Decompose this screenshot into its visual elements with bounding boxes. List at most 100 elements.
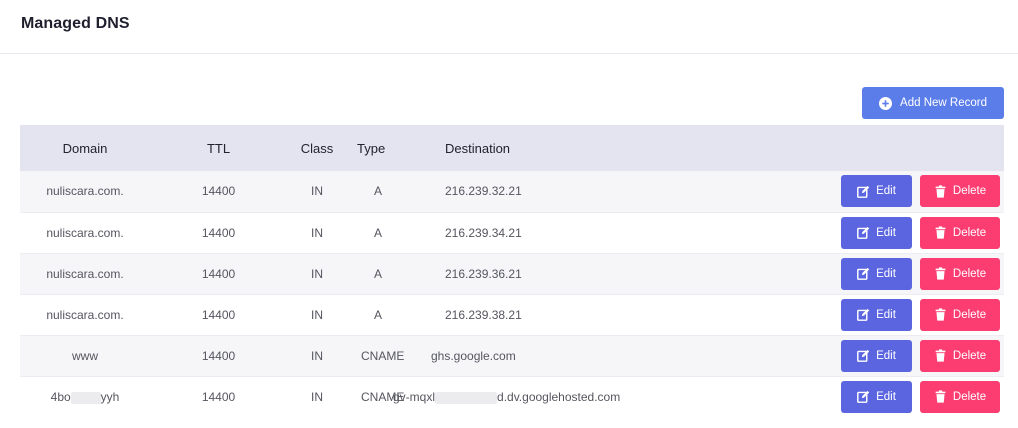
cell-type: A bbox=[347, 212, 382, 253]
cell-actions: Edit Delete bbox=[611, 376, 1004, 417]
edit-button[interactable]: Edit bbox=[841, 175, 913, 208]
page-header: Managed DNS bbox=[0, 0, 1018, 54]
trash-icon bbox=[934, 390, 947, 403]
cell-domain-text: nuliscara.com. bbox=[46, 307, 124, 322]
cell-class-text: IN bbox=[311, 389, 323, 404]
cell-class: IN bbox=[287, 171, 347, 212]
edit-icon bbox=[857, 226, 870, 239]
edit-button[interactable]: Edit bbox=[841, 257, 913, 290]
edit-icon bbox=[857, 349, 870, 362]
cell-class-text: IN bbox=[311, 348, 323, 363]
delete-label: Delete bbox=[952, 390, 987, 403]
delete-label: Delete bbox=[952, 226, 987, 239]
cell-class-text: IN bbox=[311, 307, 323, 322]
cell-ttl-text: 14400 bbox=[201, 225, 236, 240]
cell-destination_a-text: gv-mqxl bbox=[393, 389, 436, 404]
cell-domain: nuliscara.com. bbox=[20, 212, 150, 253]
cell-destination-text: ghs.google.com bbox=[431, 348, 516, 363]
cell-ttl-text: 14400 bbox=[201, 389, 236, 404]
column-header-actions bbox=[611, 125, 1004, 171]
delete-button[interactable]: Delete bbox=[920, 216, 1001, 249]
column-header-ttl: TTL bbox=[206, 140, 231, 156]
trash-icon bbox=[934, 349, 947, 362]
cell-class-text: IN bbox=[311, 266, 323, 281]
edit-button[interactable]: Edit bbox=[841, 380, 913, 413]
table-row: nuliscara.com. 14400 IN A 216.239.34.21 … bbox=[20, 212, 1005, 253]
edit-label: Edit bbox=[876, 226, 896, 239]
delete-button[interactable]: Delete bbox=[920, 257, 1001, 290]
delete-button[interactable]: Delete bbox=[920, 175, 1001, 208]
cell-type-text: A bbox=[374, 225, 383, 240]
cell-destination-text: 216.239.36.21 bbox=[445, 266, 522, 281]
cell-ttl: 14400 bbox=[150, 335, 287, 376]
cell-type-text: A bbox=[374, 266, 383, 281]
edit-button[interactable]: Edit bbox=[841, 339, 913, 372]
cell-ttl: 14400 bbox=[150, 376, 287, 417]
delete-label: Delete bbox=[952, 349, 987, 362]
cell-destination: gv-mqxl d.dv.googlehosted.com bbox=[359, 376, 620, 417]
cell-type: CNAME bbox=[347, 335, 404, 376]
cell-ttl: 14400 bbox=[150, 212, 287, 253]
cell-domain-text: nuliscara.com. bbox=[46, 225, 124, 240]
edit-button[interactable]: Edit bbox=[841, 216, 913, 249]
table-row: www 14400 IN CNAME ghs.google.com Edit D… bbox=[20, 335, 1005, 376]
cell-ttl: 14400 bbox=[150, 253, 287, 294]
cell-domain: nuliscara.com. bbox=[20, 294, 150, 335]
cell-domain: nuliscara.com. bbox=[20, 253, 150, 294]
cell-actions: Edit Delete bbox=[611, 253, 1004, 294]
cell-domain-text: nuliscara.com. bbox=[46, 266, 124, 281]
trash-icon bbox=[934, 185, 947, 198]
edit-button[interactable]: Edit bbox=[841, 298, 913, 331]
cell-ttl: 14400 bbox=[150, 171, 287, 212]
delete-label: Delete bbox=[952, 308, 987, 321]
cell-class-text: IN bbox=[311, 225, 323, 240]
cell-type: A bbox=[347, 171, 382, 212]
table-row: 4bo yyh 14400 IN CNAME gv-mqxl d.dv.google… bbox=[20, 376, 1005, 417]
trash-icon bbox=[934, 226, 947, 239]
cell-actions: Edit Delete bbox=[611, 212, 1004, 253]
cell-class: IN bbox=[287, 253, 347, 294]
edit-icon bbox=[857, 267, 870, 280]
cell-destination: 216.239.32.21 bbox=[359, 171, 611, 212]
cell-ttl-text: 14400 bbox=[201, 307, 236, 322]
delete-button[interactable]: Delete bbox=[920, 380, 1001, 413]
table-row: nuliscara.com. 14400 IN A 216.239.36.21 … bbox=[20, 253, 1005, 294]
page-title: Managed DNS bbox=[21, 15, 130, 32]
cell-domain_b-text: yyh bbox=[100, 389, 120, 404]
cell-domain_a-text: 4bo bbox=[50, 389, 71, 404]
cell-type-text: CNAME bbox=[361, 348, 405, 363]
cell-class: IN bbox=[287, 294, 347, 335]
cell-destination_b-text: d.dv.googlehosted.com bbox=[497, 389, 621, 404]
cell-actions: Edit Delete bbox=[611, 171, 1004, 212]
cell-class: IN bbox=[287, 376, 347, 417]
cell-destination: 216.239.36.21 bbox=[359, 253, 611, 294]
edit-label: Edit bbox=[876, 390, 896, 403]
delete-button[interactable]: Delete bbox=[920, 339, 1001, 372]
cell-class: IN bbox=[287, 335, 347, 376]
cell-class: IN bbox=[287, 212, 347, 253]
redacted-text bbox=[70, 391, 101, 404]
cell-ttl: 14400 bbox=[150, 294, 287, 335]
dns-records-table: Domain TTL Class Type Destination nulisc… bbox=[20, 125, 1005, 417]
cell-destination-text: 216.239.38.21 bbox=[445, 307, 522, 322]
cell-domain: nuliscara.com. bbox=[20, 171, 150, 212]
cell-ttl-text: 14400 bbox=[201, 266, 236, 281]
edit-label: Edit bbox=[876, 308, 896, 321]
delete-button[interactable]: Delete bbox=[920, 298, 1001, 331]
table-header-row: Domain TTL Class Type Destination bbox=[20, 125, 1005, 171]
delete-label: Delete bbox=[952, 185, 987, 198]
delete-label: Delete bbox=[952, 267, 987, 280]
cell-type: A bbox=[347, 294, 382, 335]
table-row: nuliscara.com. 14400 IN A 216.239.32.21 … bbox=[20, 171, 1005, 212]
cell-type: CNAME bbox=[347, 376, 404, 417]
edit-icon bbox=[857, 390, 870, 404]
column-header-destination: Destination bbox=[445, 140, 511, 156]
cell-destination: 216.239.38.21 bbox=[359, 294, 611, 335]
add-new-record-button[interactable]: Add New Record bbox=[862, 87, 1004, 119]
column-header-type: Type bbox=[357, 140, 386, 156]
trash-icon bbox=[934, 308, 947, 321]
cell-destination-text: 216.239.32.21 bbox=[445, 184, 522, 199]
cell-domain: www bbox=[20, 335, 150, 376]
redacted-text bbox=[435, 391, 498, 404]
cell-ttl-text: 14400 bbox=[201, 184, 236, 199]
